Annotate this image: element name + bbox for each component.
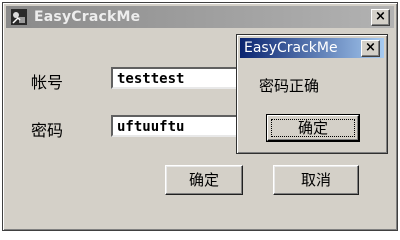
ok-button-label: 确定 [188,171,219,189]
app-icon [10,8,28,26]
close-icon: × [365,40,376,55]
cancel-button[interactable]: 取消 [273,165,359,195]
main-close-button[interactable]: × [371,9,390,26]
password-input-value: uftuuftu [117,119,185,135]
dialog-title: EasyCrackMe [244,40,338,56]
dialog-ok-button[interactable]: 确定 [267,115,359,141]
main-window-title: EasyCrackMe [34,9,141,25]
dialog-close-button[interactable]: × [361,40,380,57]
ok-button[interactable]: 确定 [165,165,243,195]
password-label: 密码 [31,121,64,140]
dialog-titlebar[interactable]: EasyCrackMe × [240,38,384,58]
cancel-button-label: 取消 [300,171,331,189]
account-label: 帐号 [31,73,64,92]
dialog-message: 密码正确 [259,77,320,95]
password-input[interactable]: uftuuftu [111,115,239,137]
account-input-value: testtest [117,71,185,87]
close-icon: × [375,9,386,24]
dialog-ok-label: 确定 [297,119,328,137]
account-input[interactable]: testtest [111,67,239,89]
message-dialog: EasyCrackMe × 密码正确 确定 [236,34,388,154]
main-titlebar[interactable]: EasyCrackMe × [6,6,394,28]
